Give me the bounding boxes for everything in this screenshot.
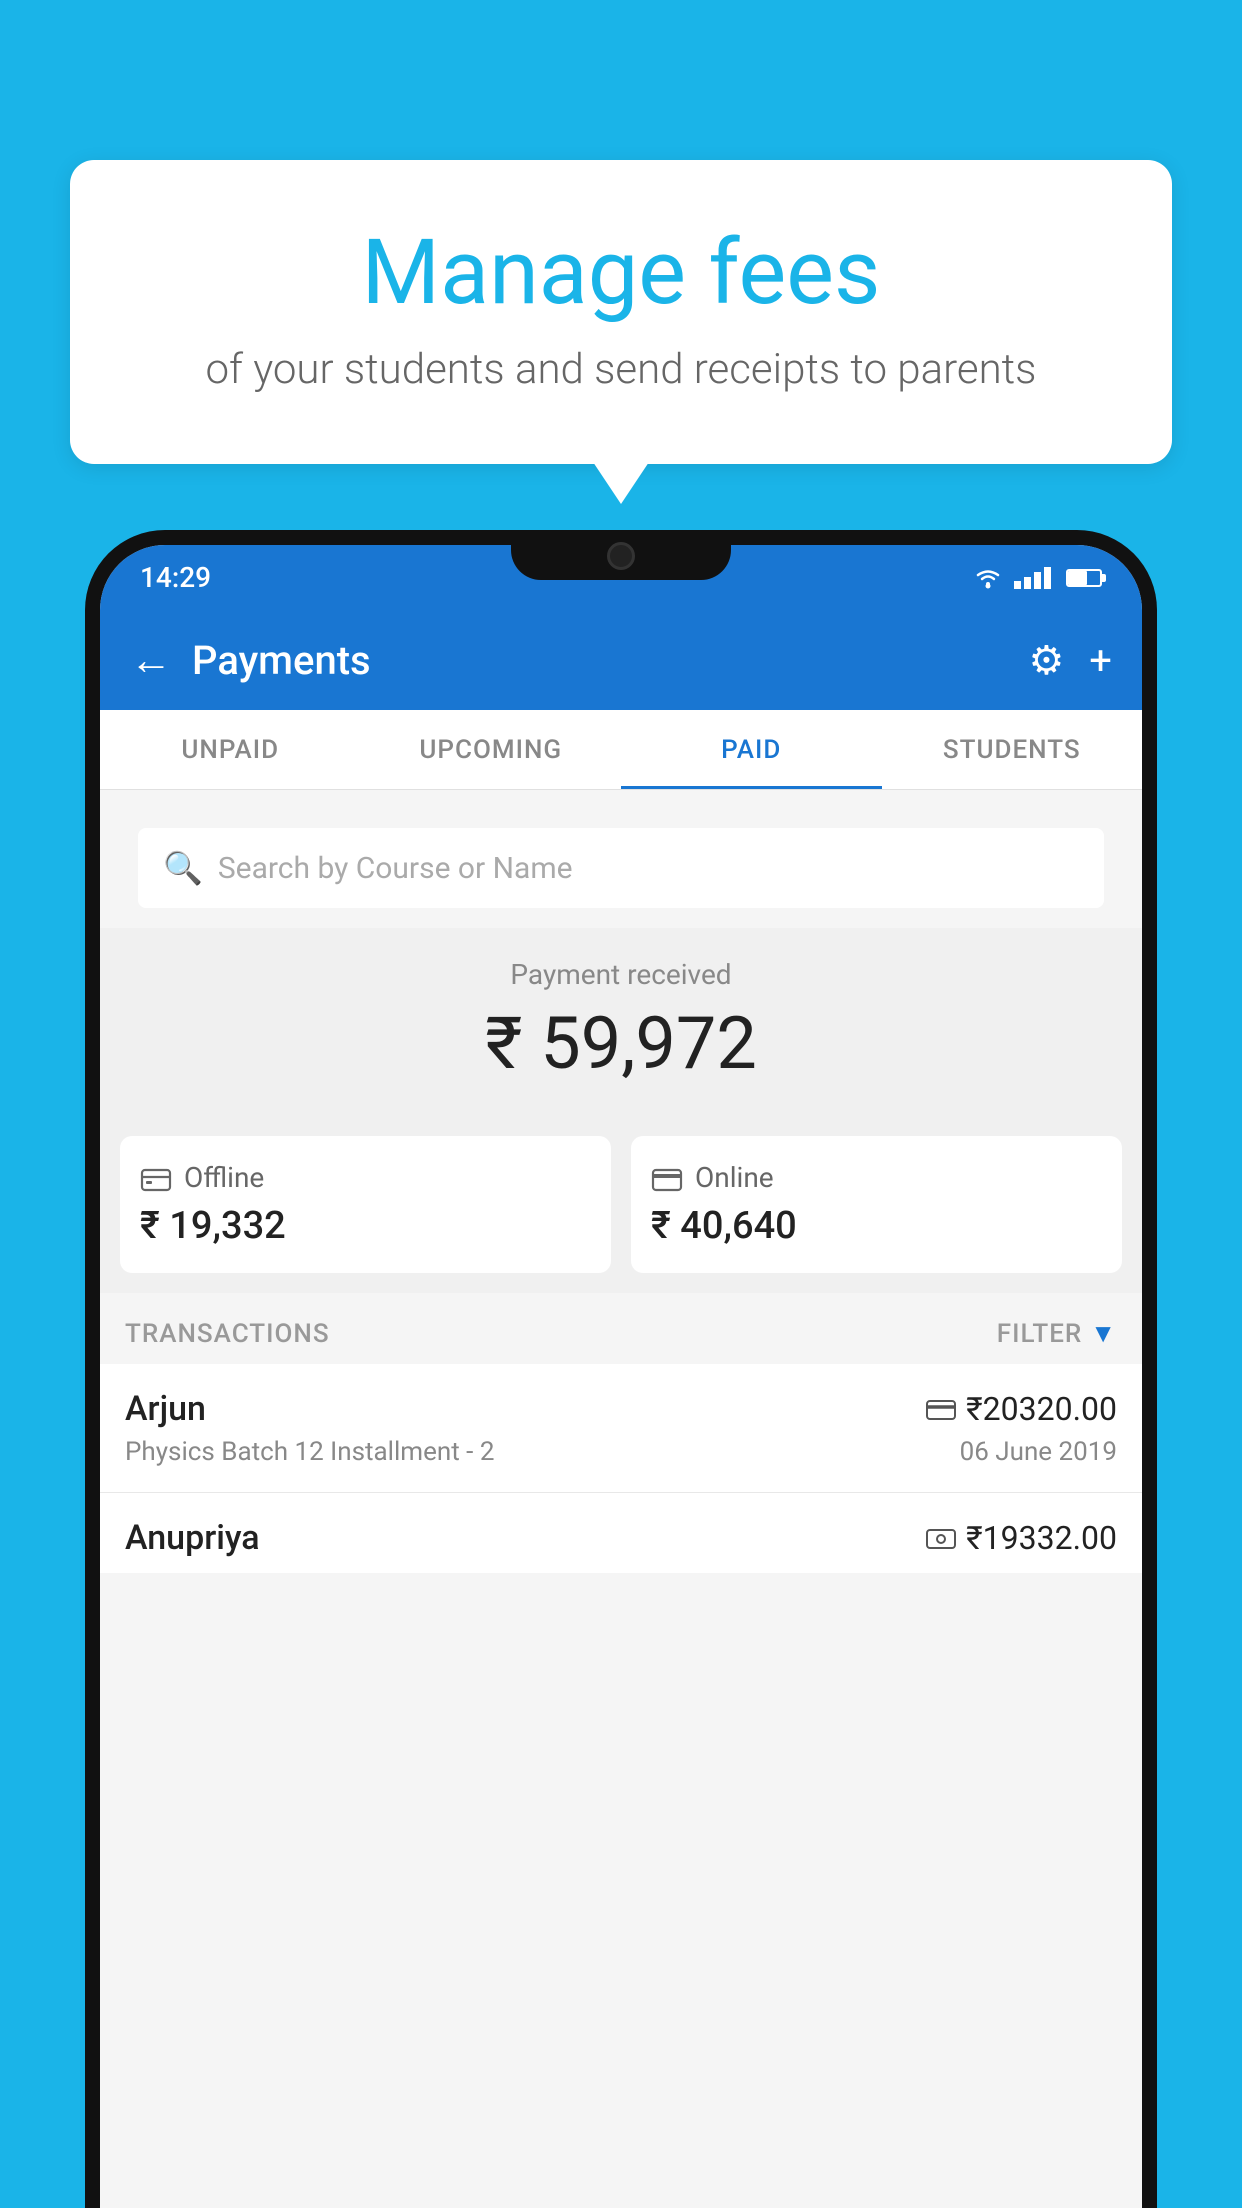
settings-button[interactable]: ⚙ bbox=[1028, 637, 1064, 684]
transaction-name: Arjun bbox=[125, 1389, 206, 1429]
transaction-name: Anupriya bbox=[125, 1518, 260, 1558]
online-card-header: Online bbox=[651, 1161, 1102, 1194]
phone-screen: 14:29 bbox=[100, 545, 1142, 2208]
partial-top: Anupriya ₹19332.00 bbox=[125, 1518, 1117, 1558]
phone-notch bbox=[511, 530, 731, 580]
transaction-row: Anupriya ₹19332.00 bbox=[100, 1493, 1142, 1573]
payment-label: Payment received bbox=[120, 958, 1122, 991]
bubble-subtitle: of your students and send receipts to pa… bbox=[120, 345, 1122, 394]
payment-amount: ₹ 59,972 bbox=[120, 1001, 1122, 1086]
add-button[interactable]: + bbox=[1089, 637, 1112, 684]
filter-icon: ▼ bbox=[1090, 1318, 1117, 1349]
online-amount: ₹ 40,640 bbox=[651, 1204, 1102, 1248]
tab-students[interactable]: STUDENTS bbox=[882, 710, 1143, 789]
search-placeholder: Search by Course or Name bbox=[218, 851, 573, 886]
transaction-cash-icon bbox=[926, 1526, 956, 1550]
app-title: Payments bbox=[192, 637, 1028, 684]
transaction-bottom: Physics Batch 12 Installment - 2 06 June… bbox=[125, 1437, 1117, 1467]
online-label: Online bbox=[695, 1161, 774, 1194]
wifi-icon bbox=[972, 566, 1004, 590]
tab-unpaid[interactable]: UNPAID bbox=[100, 710, 361, 789]
tab-upcoming[interactable]: UPCOMING bbox=[361, 710, 622, 789]
battery-icon bbox=[1066, 569, 1102, 587]
offline-card: Offline ₹ 19,332 bbox=[120, 1136, 611, 1273]
offline-label: Offline bbox=[184, 1161, 264, 1194]
cards-row: Offline ₹ 19,332 Online ₹ 40,640 bbox=[100, 1116, 1142, 1293]
transaction-amount: ₹20320.00 bbox=[966, 1390, 1117, 1428]
offline-icon bbox=[140, 1164, 172, 1192]
transaction-date: 06 June 2019 bbox=[960, 1437, 1117, 1467]
filter-label: FILTER bbox=[997, 1319, 1082, 1349]
transactions-label: TRANSACTIONS bbox=[125, 1319, 330, 1349]
phone-device: 14:29 bbox=[85, 530, 1157, 2208]
partial-amount-wrap: ₹19332.00 bbox=[926, 1519, 1117, 1557]
transaction-detail: Physics Batch 12 Installment - 2 bbox=[125, 1437, 494, 1467]
tab-paid[interactable]: PAID bbox=[621, 710, 882, 789]
status-time: 14:29 bbox=[140, 561, 211, 594]
speech-bubble: Manage fees of your students and send re… bbox=[70, 160, 1172, 464]
search-icon: 🔍 bbox=[163, 849, 203, 887]
transactions-header: TRANSACTIONS FILTER ▼ bbox=[100, 1293, 1142, 1364]
phone-camera bbox=[607, 542, 635, 570]
filter-button[interactable]: FILTER ▼ bbox=[997, 1318, 1117, 1349]
back-button[interactable]: ← bbox=[130, 636, 172, 685]
search-bar[interactable]: 🔍 Search by Course or Name bbox=[138, 828, 1104, 908]
transaction-amount: ₹19332.00 bbox=[966, 1519, 1117, 1557]
tab-bar: UNPAID UPCOMING PAID STUDENTS bbox=[100, 710, 1142, 790]
offline-card-header: Offline bbox=[140, 1161, 591, 1194]
signal-icon bbox=[1014, 567, 1051, 589]
payment-summary: Payment received ₹ 59,972 bbox=[100, 928, 1142, 1116]
bubble-title: Manage fees bbox=[120, 220, 1122, 325]
transaction-top: Arjun ₹20320.00 bbox=[125, 1389, 1117, 1429]
status-icons bbox=[972, 566, 1102, 590]
app-bar: ← Payments ⚙ + bbox=[100, 610, 1142, 710]
transaction-card-icon bbox=[926, 1397, 956, 1421]
online-card: Online ₹ 40,640 bbox=[631, 1136, 1122, 1273]
online-icon bbox=[651, 1164, 683, 1192]
background: Manage fees of your students and send re… bbox=[0, 0, 1242, 2208]
transaction-row: Arjun ₹20320.00 Physics Batch 12 Install… bbox=[100, 1364, 1142, 1493]
app-bar-actions: ⚙ + bbox=[1028, 637, 1112, 684]
offline-amount: ₹ 19,332 bbox=[140, 1204, 591, 1248]
transaction-amount-wrap: ₹20320.00 bbox=[926, 1390, 1117, 1428]
